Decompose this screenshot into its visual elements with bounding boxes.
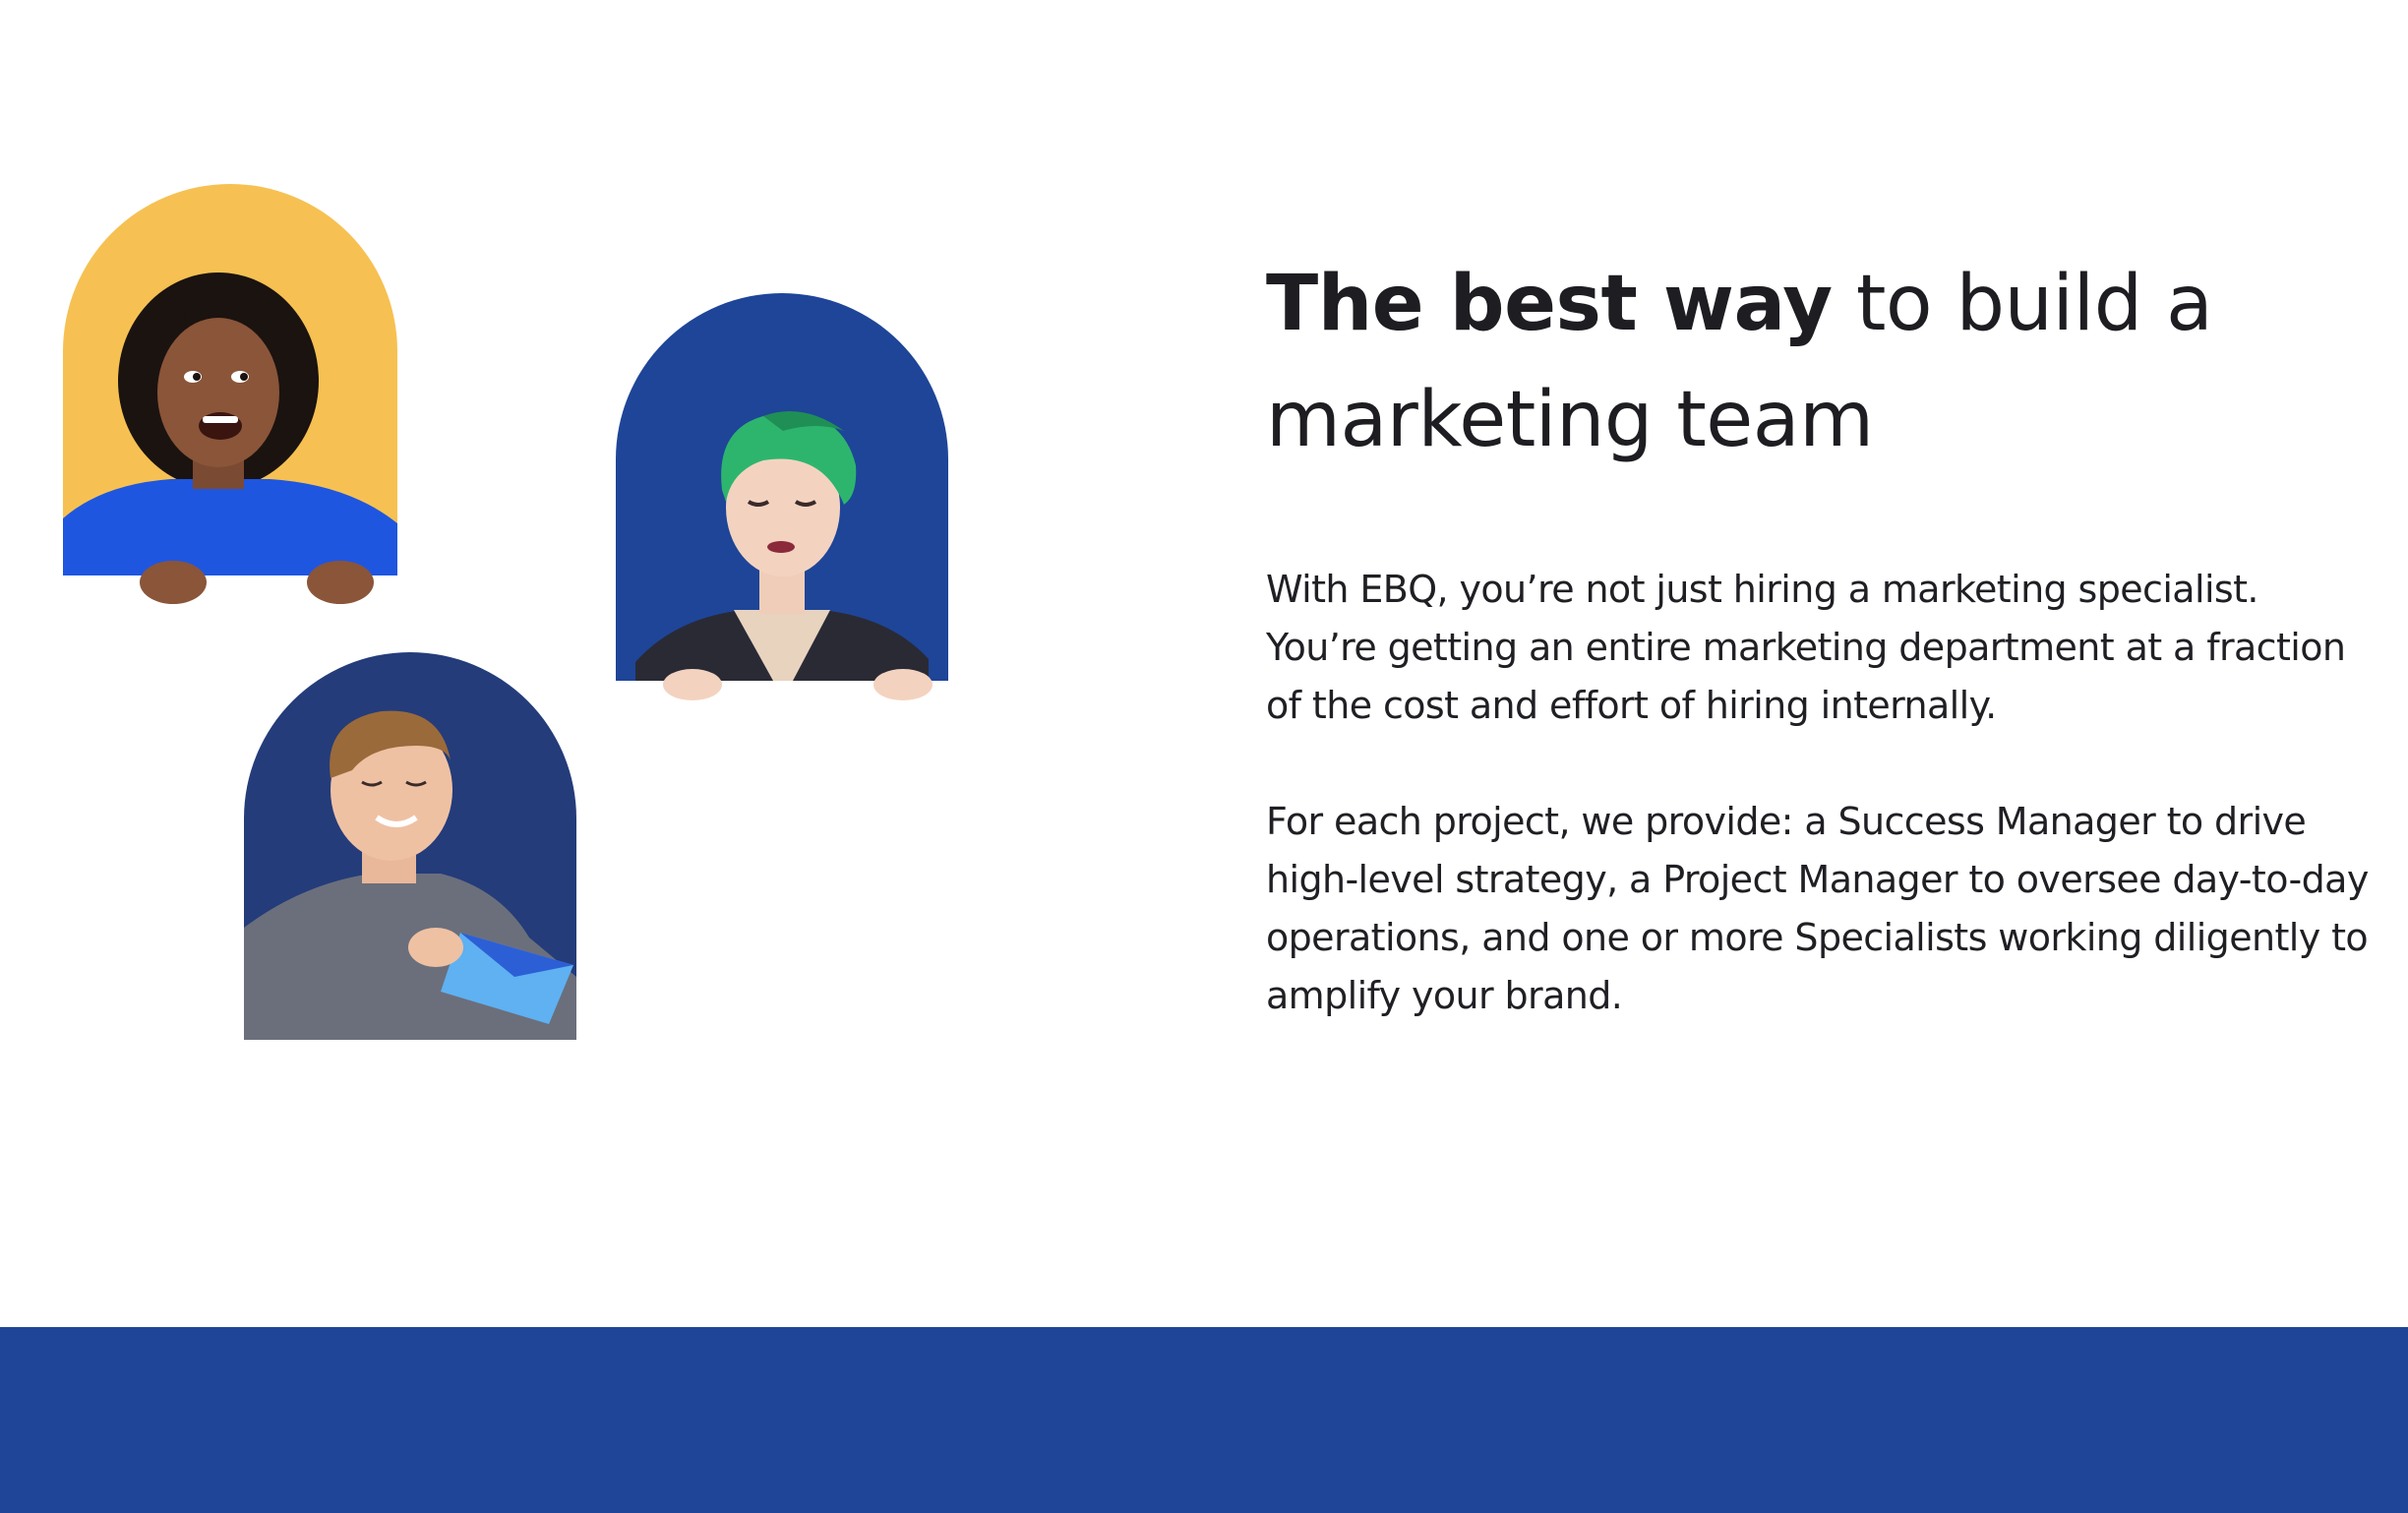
hero-content: The best way to build a marketing team W… [1266,246,2378,1025]
green-hair-person-portrait-icon [635,411,933,700]
page: The best way to build a marketing team W… [0,0,2408,1513]
headline-emphasis: The best way [1266,260,1833,348]
portrait-card-green-hair [616,293,948,700]
portrait-card-woman [63,184,397,604]
services-paragraph: For each project, we provide: a Success … [1266,800,2369,1017]
footer-band [0,1327,2408,1513]
woman-smiling-portrait-icon [63,272,397,604]
portrait-card-man [244,652,576,1040]
page-title: The best way to build a marketing team [1266,246,2378,478]
man-with-envelope-portrait-icon [244,710,576,1040]
intro-paragraph: With EBQ, you’re not just hiring a marke… [1266,568,2346,727]
